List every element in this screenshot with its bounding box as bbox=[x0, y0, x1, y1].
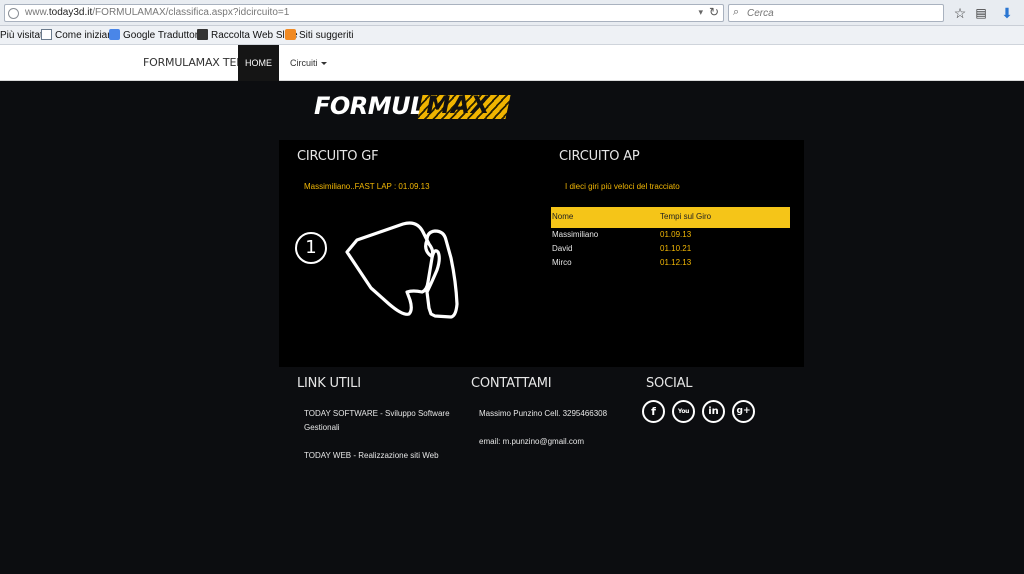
google-plus-icon[interactable]: g+ bbox=[732, 400, 755, 423]
driver-name: David bbox=[552, 244, 573, 253]
lap-position-badge: 1 bbox=[295, 232, 327, 264]
driver-name: Massimiliano bbox=[552, 230, 599, 239]
logo-word-max-block: MAX bbox=[417, 91, 511, 119]
browser-toolbar: www.today3d.it/FORMULAMAX/classifica.asp… bbox=[0, 0, 1024, 26]
footer-link-today-software[interactable]: TODAY SOFTWARE - Sviluppo Software Gesti… bbox=[304, 407, 464, 435]
right-panel-title: CIRCUITO AP bbox=[559, 149, 640, 164]
footer-social-title: SOCIAL bbox=[646, 376, 693, 391]
bookmark-siti-suggeriti[interactable]: Siti suggeriti bbox=[285, 28, 353, 43]
page-icon bbox=[41, 29, 52, 40]
lap-times-table: Nome Tempi sul Giro Massimiliano 01.09.1… bbox=[551, 207, 790, 270]
logo-word-max: MAX bbox=[426, 91, 491, 119]
linkedin-icon[interactable]: in bbox=[702, 400, 725, 423]
footer-link-utili-title: LINK UTILI bbox=[297, 376, 361, 391]
nav-home[interactable]: HOME bbox=[238, 45, 279, 81]
site-identity-icon[interactable] bbox=[8, 8, 19, 19]
search-input[interactable] bbox=[747, 6, 937, 20]
caret-down-icon bbox=[320, 62, 327, 65]
search-icon: ⌕ bbox=[733, 6, 740, 18]
footer-contattami-title: CONTATTAMI bbox=[471, 376, 552, 391]
track-outline bbox=[345, 221, 459, 319]
nav-circuiti-dropdown[interactable]: Circuiti bbox=[290, 58, 327, 68]
url-text[interactable]: www.today3d.it/FORMULAMAX/classifica.asp… bbox=[25, 7, 289, 18]
formulamax-logo: FORMULA MAX bbox=[314, 91, 511, 124]
column-header-nome: Nome bbox=[552, 212, 574, 221]
download-icon[interactable]: ⬇ bbox=[998, 4, 1016, 22]
table-row: Mirco 01.12.13 bbox=[551, 256, 790, 270]
bookmark-google-traduttore[interactable]: Google Traduttore bbox=[109, 28, 204, 43]
bookmark-raccolta-web-slice[interactable]: Raccolta Web Slice bbox=[197, 28, 298, 43]
suggested-sites-icon bbox=[285, 29, 296, 40]
reload-icon[interactable]: ↻ bbox=[709, 5, 719, 19]
lap-time: 01.09.13 bbox=[660, 230, 692, 239]
web-slice-icon bbox=[197, 29, 208, 40]
bookmark-star-icon[interactable]: ☆ bbox=[951, 4, 969, 22]
badge-number: 1 bbox=[305, 237, 317, 258]
top-laps-subtitle: I dieci giri più veloci del tracciato bbox=[565, 182, 680, 191]
table-row: David 01.10.21 bbox=[551, 242, 790, 256]
circuit-track-map bbox=[345, 221, 459, 319]
address-bar[interactable]: www.today3d.it/FORMULAMAX/classifica.asp… bbox=[4, 4, 724, 22]
table-row: Massimiliano 01.09.13 bbox=[551, 228, 790, 242]
lap-time: 01.10.21 bbox=[660, 244, 692, 253]
bookmark-piu-visitati[interactable]: Più visitati bbox=[0, 28, 45, 43]
translate-icon bbox=[109, 29, 120, 40]
left-panel-title: CIRCUITO GF bbox=[297, 149, 379, 164]
contact-email[interactable]: email: m.punzino@gmail.com bbox=[479, 435, 584, 449]
search-box[interactable]: ⌕ bbox=[728, 4, 944, 22]
lap-time: 01.12.13 bbox=[660, 258, 692, 267]
footer-link-today-web[interactable]: TODAY WEB - Realizzazione siti Web bbox=[304, 449, 464, 463]
facebook-icon[interactable]: f bbox=[642, 400, 665, 423]
column-header-tempi: Tempi sul Giro bbox=[660, 212, 712, 221]
contact-phone: Massimo Punzino Cell. 3295466308 bbox=[479, 409, 608, 418]
fast-lap-text: Massimiliano..FAST LAP : 01.09.13 bbox=[304, 182, 430, 191]
driver-name: Mirco bbox=[552, 258, 572, 267]
url-history-dropdown-icon[interactable]: ▾ bbox=[698, 7, 703, 18]
circuit-panel: CIRCUITO GF Massimiliano..FAST LAP : 01.… bbox=[279, 140, 804, 367]
table-header: Nome Tempi sul Giro bbox=[551, 207, 790, 228]
bookmark-come-iniziare[interactable]: Come iniziare bbox=[41, 28, 116, 43]
reading-list-icon[interactable]: ▤ bbox=[972, 4, 990, 22]
site-navbar: FORMULAMAX TEMPI HOME Circuiti bbox=[0, 45, 1024, 81]
youtube-icon[interactable]: You bbox=[672, 400, 695, 423]
bookmarks-bar: Più visitati Come iniziare Google Tradut… bbox=[0, 26, 1024, 45]
